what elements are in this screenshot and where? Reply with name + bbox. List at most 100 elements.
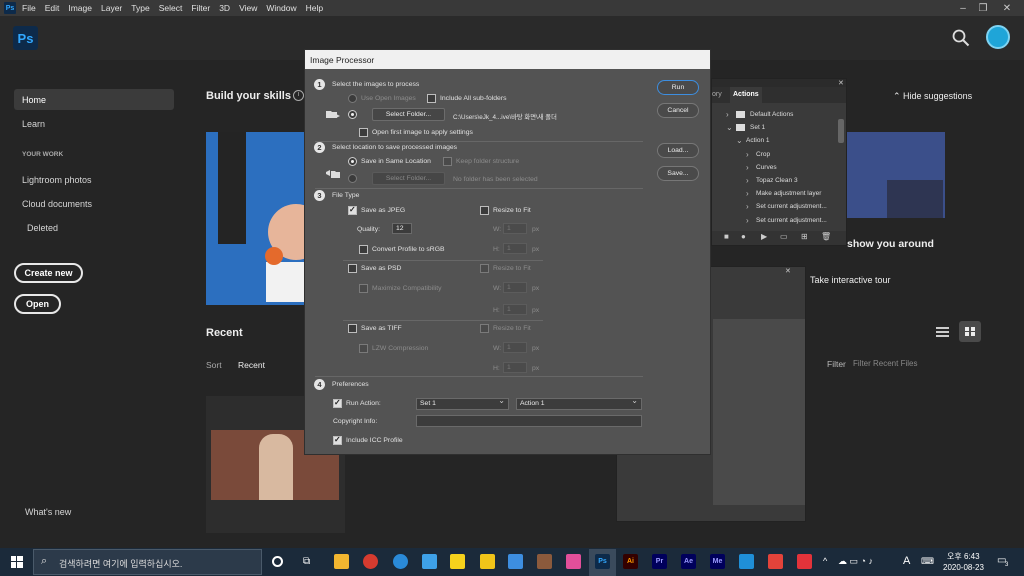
sticky-notes-icon[interactable] <box>480 554 495 569</box>
app-icon[interactable] <box>537 554 552 569</box>
tiff-h-input[interactable]: 1 <box>503 362 527 373</box>
cortana-icon[interactable] <box>272 556 283 567</box>
menu-window[interactable]: Window <box>266 3 296 13</box>
sort-select[interactable]: Recent <box>238 360 265 370</box>
grid-view-icon[interactable] <box>959 321 981 342</box>
keep-folder-structure-checkbox[interactable] <box>443 157 452 166</box>
action-row[interactable]: ⌄ Action 1 <box>712 134 836 147</box>
jpeg-h-input[interactable]: 1 <box>503 243 527 254</box>
ime-indicator[interactable]: A <box>903 555 910 567</box>
action-row[interactable]: › Default Actions <box>712 108 836 121</box>
record-icon[interactable]: ● <box>741 232 746 241</box>
kakaotalk-icon[interactable] <box>450 554 465 569</box>
chevron-icon[interactable]: › <box>746 202 749 211</box>
select-folder-radio-2[interactable] <box>348 174 357 183</box>
app-icon-5[interactable] <box>797 554 812 569</box>
keyboard-icon[interactable]: ⌨ <box>921 556 934 567</box>
action-row[interactable]: ⌄ Set 1 <box>712 121 836 134</box>
app-icon-4[interactable] <box>768 554 783 569</box>
hide-suggestions-link[interactable]: ⌃ Hide suggestions <box>893 91 972 102</box>
action-select[interactable]: Action 1 <box>516 396 642 410</box>
open-first-image-checkbox[interactable] <box>359 128 368 137</box>
save-same-location-radio[interactable] <box>348 157 357 166</box>
convert-srgb-checkbox[interactable] <box>359 245 368 254</box>
menu-filter[interactable]: Filter <box>191 3 210 13</box>
menu-view[interactable]: View <box>239 3 257 13</box>
action-row[interactable]: › Make adjustment layer <box>712 187 836 200</box>
tiff-w-input[interactable]: 1 <box>503 342 527 353</box>
tiff-resize-checkbox[interactable] <box>480 324 489 333</box>
photoshop-taskbar-icon[interactable]: Ps <box>595 554 610 569</box>
stop-icon[interactable]: ■ <box>724 232 729 241</box>
action-row[interactable]: › Crop <box>712 148 836 161</box>
jpeg-w-input[interactable]: 1 <box>503 223 527 234</box>
tray-icons[interactable]: ☁ ▭ ◔ ♪ <box>838 556 873 567</box>
jpeg-resize-checkbox[interactable] <box>480 206 489 215</box>
chevron-icon[interactable]: › <box>746 176 749 185</box>
take-tour-link[interactable]: Take interactive tour <box>810 275 891 285</box>
psd-w-input[interactable]: 1 <box>503 282 527 293</box>
save-jpeg-checkbox[interactable] <box>348 205 357 215</box>
action-set-select[interactable]: Set 1 <box>416 396 509 410</box>
use-open-images-radio[interactable] <box>348 94 357 103</box>
load-button[interactable]: Load... <box>657 143 699 158</box>
close-icon[interactable]: ✕ <box>996 0 1018 16</box>
taskbar-search-box[interactable]: ⌕ 검색하려면 여기에 입력하십시오. <box>33 549 262 575</box>
clock-time[interactable]: 오후 6:43 <box>947 551 980 562</box>
menu-select[interactable]: Select <box>159 3 183 13</box>
search-icon[interactable] <box>952 29 970 47</box>
include-subfolders-checkbox[interactable] <box>427 94 436 103</box>
whats-new-link[interactable]: What's new <box>25 507 71 517</box>
panel-close-icon[interactable]: ✕ <box>785 267 791 275</box>
premiere-icon[interactable]: Pr <box>652 554 667 569</box>
task-view-icon[interactable]: ⧉ <box>303 556 310 567</box>
chrome-icon[interactable] <box>363 554 378 569</box>
minimize-icon[interactable]: – <box>952 0 974 16</box>
after-effects-icon[interactable]: Ae <box>681 554 696 569</box>
nav-lightroom-photos[interactable]: Lightroom photos <box>22 175 92 185</box>
media-encoder-icon[interactable]: Me <box>710 554 725 569</box>
select-folder-radio-1[interactable] <box>348 110 357 119</box>
chevron-icon[interactable]: ⌄ <box>726 123 733 132</box>
tutorial-card-image-2[interactable] <box>847 132 945 218</box>
psd-h-input[interactable]: 1 <box>503 304 527 315</box>
windows-start-icon[interactable] <box>11 556 23 568</box>
include-icc-checkbox[interactable] <box>333 435 342 445</box>
menu-image[interactable]: Image <box>68 3 92 13</box>
tab-history[interactable]: ory <box>712 91 722 98</box>
create-new-button[interactable]: Create new <box>14 263 83 283</box>
action-row[interactable]: › Set current adjustment... <box>712 200 836 213</box>
select-folder-button-2[interactable]: Select Folder... <box>372 172 445 185</box>
illustrator-icon[interactable]: Ai <box>623 554 638 569</box>
info-icon[interactable]: i <box>293 90 304 101</box>
tab-actions[interactable]: Actions <box>730 87 762 103</box>
maximize-compat-checkbox[interactable] <box>359 284 368 293</box>
app-icon-3[interactable] <box>739 554 754 569</box>
save-button[interactable]: Save... <box>657 166 699 181</box>
menu-3d[interactable]: 3D <box>219 3 230 13</box>
copyright-input[interactable] <box>416 415 642 427</box>
app-icon-2[interactable] <box>566 554 581 569</box>
save-psd-checkbox[interactable] <box>348 264 357 273</box>
menu-layer[interactable]: Layer <box>101 3 122 13</box>
tray-chevron-icon[interactable]: ^ <box>823 556 827 566</box>
filter-input[interactable]: Filter Recent Files <box>853 359 917 368</box>
zoom-icon[interactable] <box>508 554 523 569</box>
clock-date[interactable]: 2020-08-23 <box>943 563 984 572</box>
chevron-icon[interactable]: › <box>746 150 749 159</box>
chevron-icon[interactable]: › <box>746 189 749 198</box>
menu-help[interactable]: Help <box>306 3 323 13</box>
new-action-icon[interactable]: ⊞ <box>801 232 808 241</box>
run-button[interactable]: Run <box>657 80 699 95</box>
avatar[interactable] <box>986 25 1010 49</box>
run-action-checkbox[interactable] <box>333 398 342 408</box>
action-row[interactable]: › Curves <box>712 161 836 174</box>
trash-icon[interactable]: 🗑 <box>821 232 831 241</box>
list-view-icon[interactable] <box>936 326 949 338</box>
file-explorer-icon[interactable] <box>334 554 349 569</box>
lzw-checkbox[interactable] <box>359 344 368 353</box>
save-tiff-checkbox[interactable] <box>348 324 357 333</box>
select-folder-button-1[interactable]: Select Folder... <box>372 108 445 121</box>
chevron-icon[interactable]: › <box>746 163 749 172</box>
menu-type[interactable]: Type <box>131 3 149 13</box>
